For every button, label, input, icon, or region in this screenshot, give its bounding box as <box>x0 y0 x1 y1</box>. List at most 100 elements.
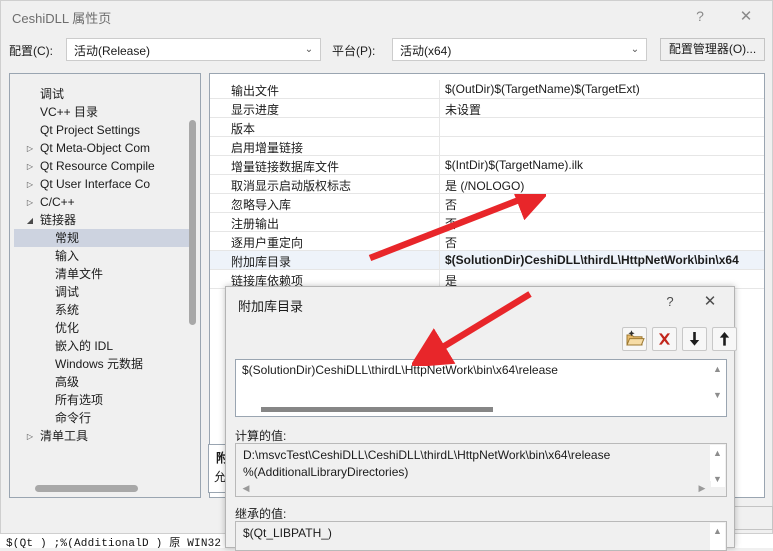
scroll-up-icon[interactable]: ▲ <box>710 523 725 539</box>
tree-item-label: C/C++ <box>40 195 75 209</box>
configuration-label: 配置(C): <box>9 44 53 58</box>
sub-dialog-title: 附加库目录 <box>238 299 304 314</box>
sub-dialog-close-icon[interactable]: ✕ <box>692 289 728 315</box>
scroll-right-icon[interactable]: ▶ <box>695 481 709 495</box>
tree-vertical-scroll-thumb[interactable] <box>189 120 196 325</box>
property-value[interactable]: 是 (/NOLOGO) <box>445 177 524 194</box>
property-value[interactable]: $(OutDir)$(TargetName)$(TargetExt) <box>445 82 640 96</box>
tree-item[interactable]: 输入 <box>14 247 189 265</box>
library-directories-editor-value: $(SolutionDir)CeshiDLL\thirdL\HttpNetWor… <box>242 363 558 377</box>
tree-item[interactable]: ▷ 清单工具 <box>14 427 189 445</box>
property-row[interactable]: 显示进度 未设置 <box>210 99 764 118</box>
tree-vertical-scrollbar[interactable] <box>189 78 196 478</box>
configuration-manager-button[interactable]: 配置管理器(O)... <box>660 38 765 61</box>
tree-item[interactable]: ▷ Qt Resource Compile <box>14 157 189 175</box>
property-value[interactable]: 否 <box>445 234 457 251</box>
tree-item[interactable]: 调试 <box>14 283 189 301</box>
property-name: 忽略导入库 <box>231 198 292 212</box>
scroll-up-icon[interactable]: ▲ <box>710 361 725 377</box>
property-row[interactable]: 增量链接数据库文件 $(IntDir)$(TargetName).ilk <box>210 156 764 175</box>
property-value[interactable]: $(IntDir)$(TargetName).ilk <box>445 158 583 172</box>
editor-vertical-scrollbar[interactable]: ▲ ▼ <box>710 361 725 403</box>
scroll-left-icon[interactable]: ◀ <box>239 481 253 495</box>
computed-value-line-1: D:\msvcTest\CeshiDLL\CeshiDLL\thirdL\Htt… <box>243 448 611 462</box>
tree-item[interactable]: 常规 <box>14 229 189 247</box>
tree-item[interactable]: 嵌入的 IDL <box>14 337 189 355</box>
sub-dialog-help-icon[interactable]: ? <box>652 289 688 315</box>
tree-item[interactable]: ▷ Qt User Interface Co <box>14 175 189 193</box>
window-title: CeshiDLL 属性页 <box>12 11 112 26</box>
platform-dropdown[interactable]: 活动(x64) ⌄ <box>392 38 647 61</box>
configuration-dropdown[interactable]: 活动(Release) ⌄ <box>66 38 321 61</box>
new-folder-button[interactable] <box>622 327 647 351</box>
tree-item[interactable]: 调试 <box>14 85 189 103</box>
scroll-up-icon[interactable]: ▲ <box>710 445 725 461</box>
tree-horizontal-scrollbar[interactable] <box>14 485 192 492</box>
scroll-down-icon[interactable]: ▼ <box>710 387 725 403</box>
move-up-button[interactable] <box>712 327 737 351</box>
tree-item-label: 链接器 <box>40 213 77 227</box>
property-value[interactable]: 否 <box>445 215 457 232</box>
chevron-right-icon[interactable]: ▷ <box>24 193 36 212</box>
tree-item[interactable]: 所有选项 <box>14 391 189 409</box>
delete-button[interactable] <box>652 327 677 351</box>
property-name: 注册输出 <box>231 217 280 231</box>
settings-tree[interactable]: 调试 VC++ 目录 Qt Project Settings ▷ Qt Meta-Obj… <box>14 78 189 478</box>
chevron-right-icon[interactable]: ▷ <box>24 139 36 158</box>
property-row[interactable]: 逐用户重定向 否 <box>210 232 764 251</box>
tree-item-label: 清单文件 <box>55 267 104 281</box>
tree-item[interactable]: 命令行 <box>14 409 189 427</box>
tree-horizontal-scroll-thumb[interactable] <box>35 485 138 492</box>
chevron-down-icon[interactable]: ◢ <box>24 211 36 230</box>
tree-item-label: Qt Project Settings <box>40 123 141 137</box>
property-row[interactable]: 附加库目录 $(SolutionDir)CeshiDLL\thirdL\HttpN… <box>210 251 764 270</box>
tree-item[interactable]: Windows 元数据 <box>14 355 189 373</box>
tree-item[interactable]: 系统 <box>14 301 189 319</box>
property-value[interactable]: $(SolutionDir)CeshiDLL\thirdL\HttpNetWor… <box>445 253 739 267</box>
tree-item[interactable]: ▷ C/C++ <box>14 193 189 211</box>
property-row[interactable]: 取消显示启动版权标志 是 (/NOLOGO) <box>210 175 764 194</box>
property-row[interactable]: 版本 <box>210 118 764 137</box>
column-divider <box>439 156 440 175</box>
property-row[interactable]: 忽略导入库 否 <box>210 194 764 213</box>
property-row[interactable]: 注册输出 否 <box>210 213 764 232</box>
tree-item[interactable]: 高级 <box>14 373 189 391</box>
tree-item-label: 高级 <box>55 375 80 389</box>
property-value[interactable]: 未设置 <box>445 101 481 118</box>
tree-item[interactable]: VC++ 目录 <box>14 103 189 121</box>
chevron-right-icon[interactable]: ▷ <box>24 427 36 446</box>
help-icon[interactable]: ? <box>678 1 722 32</box>
chevron-right-icon[interactable]: ▷ <box>24 175 36 194</box>
tree-item[interactable]: ◢ 链接器 <box>14 211 189 229</box>
delete-icon <box>659 333 670 345</box>
property-value[interactable]: 否 <box>445 196 457 213</box>
tree-item-label: 常规 <box>55 231 80 245</box>
inherited-value-line-1: $(Qt_LIBPATH_) <box>243 526 332 540</box>
property-name: 输出文件 <box>231 84 280 98</box>
computed-horizontal-scrollbar[interactable]: ◀ ▶ <box>237 481 711 495</box>
tree-item[interactable]: 优化 <box>14 319 189 337</box>
computed-vertical-scrollbar[interactable]: ▲ ▼ <box>710 445 725 487</box>
property-row[interactable]: 输出文件 $(OutDir)$(TargetName)$(TargetExt) <box>210 80 764 99</box>
column-divider <box>439 194 440 213</box>
column-divider <box>439 232 440 251</box>
move-down-button[interactable] <box>682 327 707 351</box>
column-divider <box>439 118 440 137</box>
column-divider <box>439 99 440 118</box>
tree-item[interactable]: Qt Project Settings <box>14 121 189 139</box>
platform-value: 活动(x64) <box>400 44 452 58</box>
inherited-vertical-scrollbar[interactable]: ▲ <box>710 523 725 550</box>
property-row[interactable]: 启用增量链接 <box>210 137 764 156</box>
library-directories-editor[interactable]: $(SolutionDir)CeshiDLL\thirdL\HttpNetWor… <box>235 359 727 417</box>
title-bar: CeshiDLL 属性页 ? ✕ <box>1 1 772 33</box>
chevron-right-icon[interactable]: ▷ <box>24 157 36 176</box>
column-divider <box>439 80 440 99</box>
tree-item[interactable]: 清单文件 <box>14 265 189 283</box>
tree-item-label: 嵌入的 IDL <box>55 339 114 353</box>
editor-horizontal-scroll-thumb[interactable] <box>261 407 493 412</box>
sub-dialog-toolbar <box>622 327 737 351</box>
scroll-down-icon[interactable]: ▼ <box>710 471 725 487</box>
close-icon[interactable]: ✕ <box>724 1 768 32</box>
tree-item[interactable]: ▷ Qt Meta-Object Com <box>14 139 189 157</box>
editor-horizontal-scrollbar[interactable] <box>237 406 726 414</box>
